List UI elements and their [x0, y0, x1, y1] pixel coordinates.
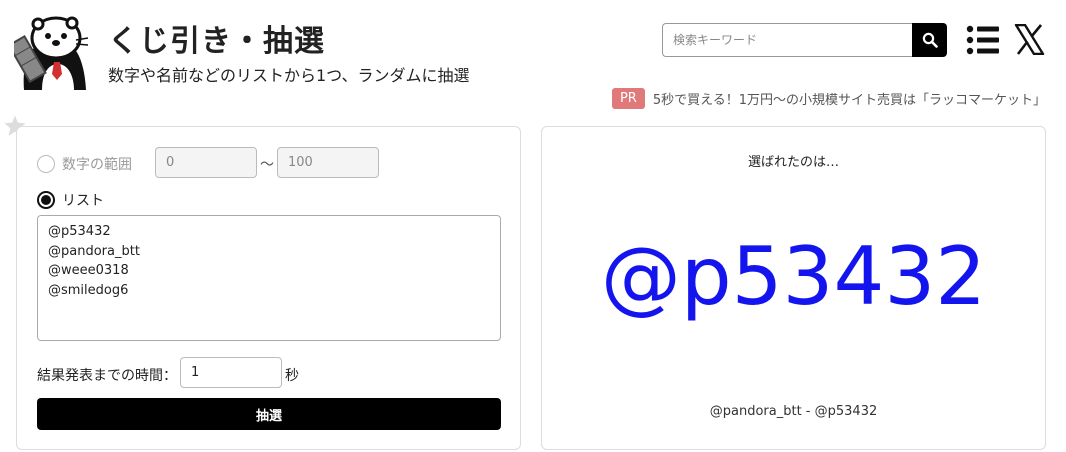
page-title: くじ引き・抽選	[108, 24, 325, 59]
search-bar	[662, 23, 947, 57]
list-label: リスト	[62, 193, 104, 209]
range-min-input[interactable]	[155, 147, 257, 178]
result-label: 選ばれたのは…	[747, 155, 839, 170]
pr-badge: PR	[611, 88, 645, 109]
time-input[interactable]	[180, 357, 282, 388]
search-button[interactable]	[912, 23, 947, 57]
x-logo-icon[interactable]	[1014, 24, 1045, 55]
time-label: 結果発表までの時間：	[37, 368, 177, 384]
page-subtitle: 数字や名前などのリストから1つ、ランダムに抽選	[108, 66, 470, 85]
list-menu-icon[interactable]	[966, 24, 1000, 56]
range-radio[interactable]	[37, 155, 55, 173]
list-option[interactable]: リスト	[37, 190, 104, 210]
search-icon	[922, 32, 938, 48]
draw-button[interactable]: 抽選	[37, 398, 501, 430]
list-radio[interactable]	[37, 191, 55, 209]
lottery-form-panel: 数字の範囲 〜 リスト @p53432 @pandora_btt @weee03…	[16, 126, 521, 450]
range-option[interactable]: 数字の範囲	[37, 154, 132, 174]
otter-mascot-icon[interactable]	[7, 14, 96, 90]
time-unit: 秒	[285, 368, 299, 384]
winner-text: @p53432	[600, 230, 987, 323]
list-textarea[interactable]: @p53432 @pandora_btt @weee0318 @smiledog…	[37, 215, 501, 341]
search-input[interactable]	[662, 23, 912, 57]
pr-banner: PR 5秒で買える！1万円〜の小規模サイト売買は「ラッコマーケット」	[611, 88, 1046, 109]
result-history: @pandora_btt - @p53432	[709, 404, 878, 419]
range-max-input[interactable]	[277, 147, 379, 178]
result-panel: 選ばれたのは… @p53432 @pandora_btt - @p53432	[541, 126, 1046, 450]
range-label: 数字の範囲	[62, 157, 132, 173]
range-separator: 〜	[260, 157, 274, 173]
pr-link[interactable]: 5秒で買える！1万円〜の小規模サイト売買は「ラッコマーケット」	[653, 89, 1046, 108]
